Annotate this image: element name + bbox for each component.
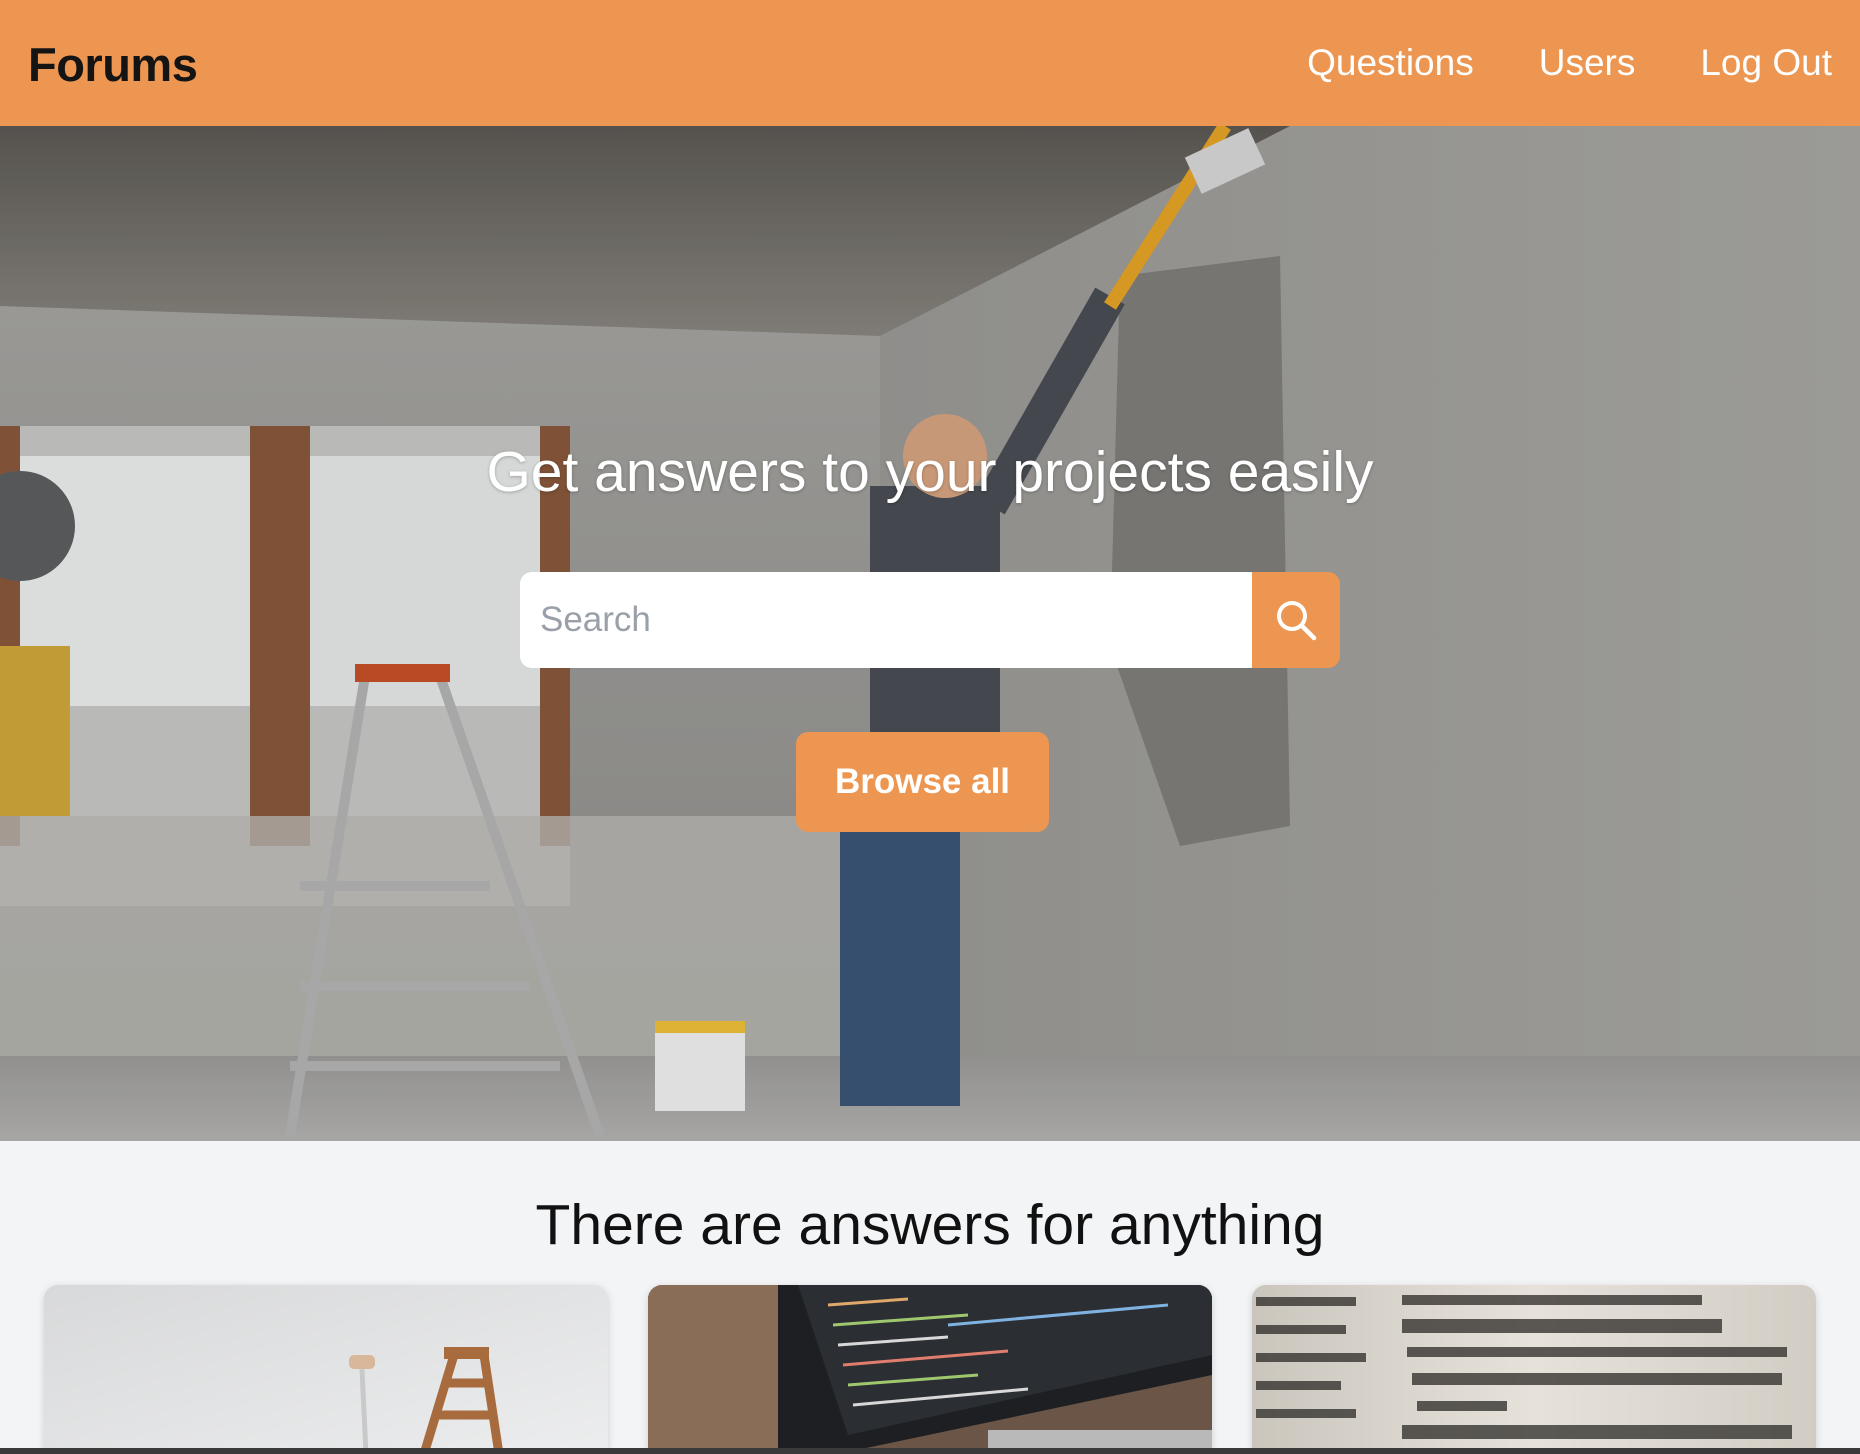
section-title: There are answers for anything xyxy=(535,1193,1325,1257)
brand-logo[interactable]: Forums xyxy=(28,37,198,92)
navbar: Forums Questions Users Log Out xyxy=(0,0,1860,126)
window-bottom-edge xyxy=(0,1448,1860,1454)
search-button[interactable] xyxy=(1252,572,1340,668)
search-bar xyxy=(520,572,1340,668)
search-input[interactable] xyxy=(520,572,1252,668)
hero-title: Get answers to your projects easily xyxy=(486,440,1374,504)
dictionary-page-image xyxy=(1252,1285,1816,1454)
hero-section: Get answers to your projects easily Brow… xyxy=(0,126,1860,1141)
category-card[interactable] xyxy=(1252,1285,1816,1454)
nav-link-log-out[interactable]: Log Out xyxy=(1700,42,1832,84)
category-card[interactable] xyxy=(648,1285,1212,1454)
category-card[interactable] xyxy=(44,1285,608,1454)
nav-link-users[interactable]: Users xyxy=(1539,42,1636,84)
nav-links: Questions Users Log Out xyxy=(1242,42,1832,84)
search-icon xyxy=(1277,601,1317,641)
laptop-code-image xyxy=(648,1285,1212,1454)
nav-link-questions[interactable]: Questions xyxy=(1307,42,1474,84)
paint-roller-ladder-image xyxy=(44,1285,608,1454)
browse-all-button[interactable]: Browse all xyxy=(796,732,1049,832)
